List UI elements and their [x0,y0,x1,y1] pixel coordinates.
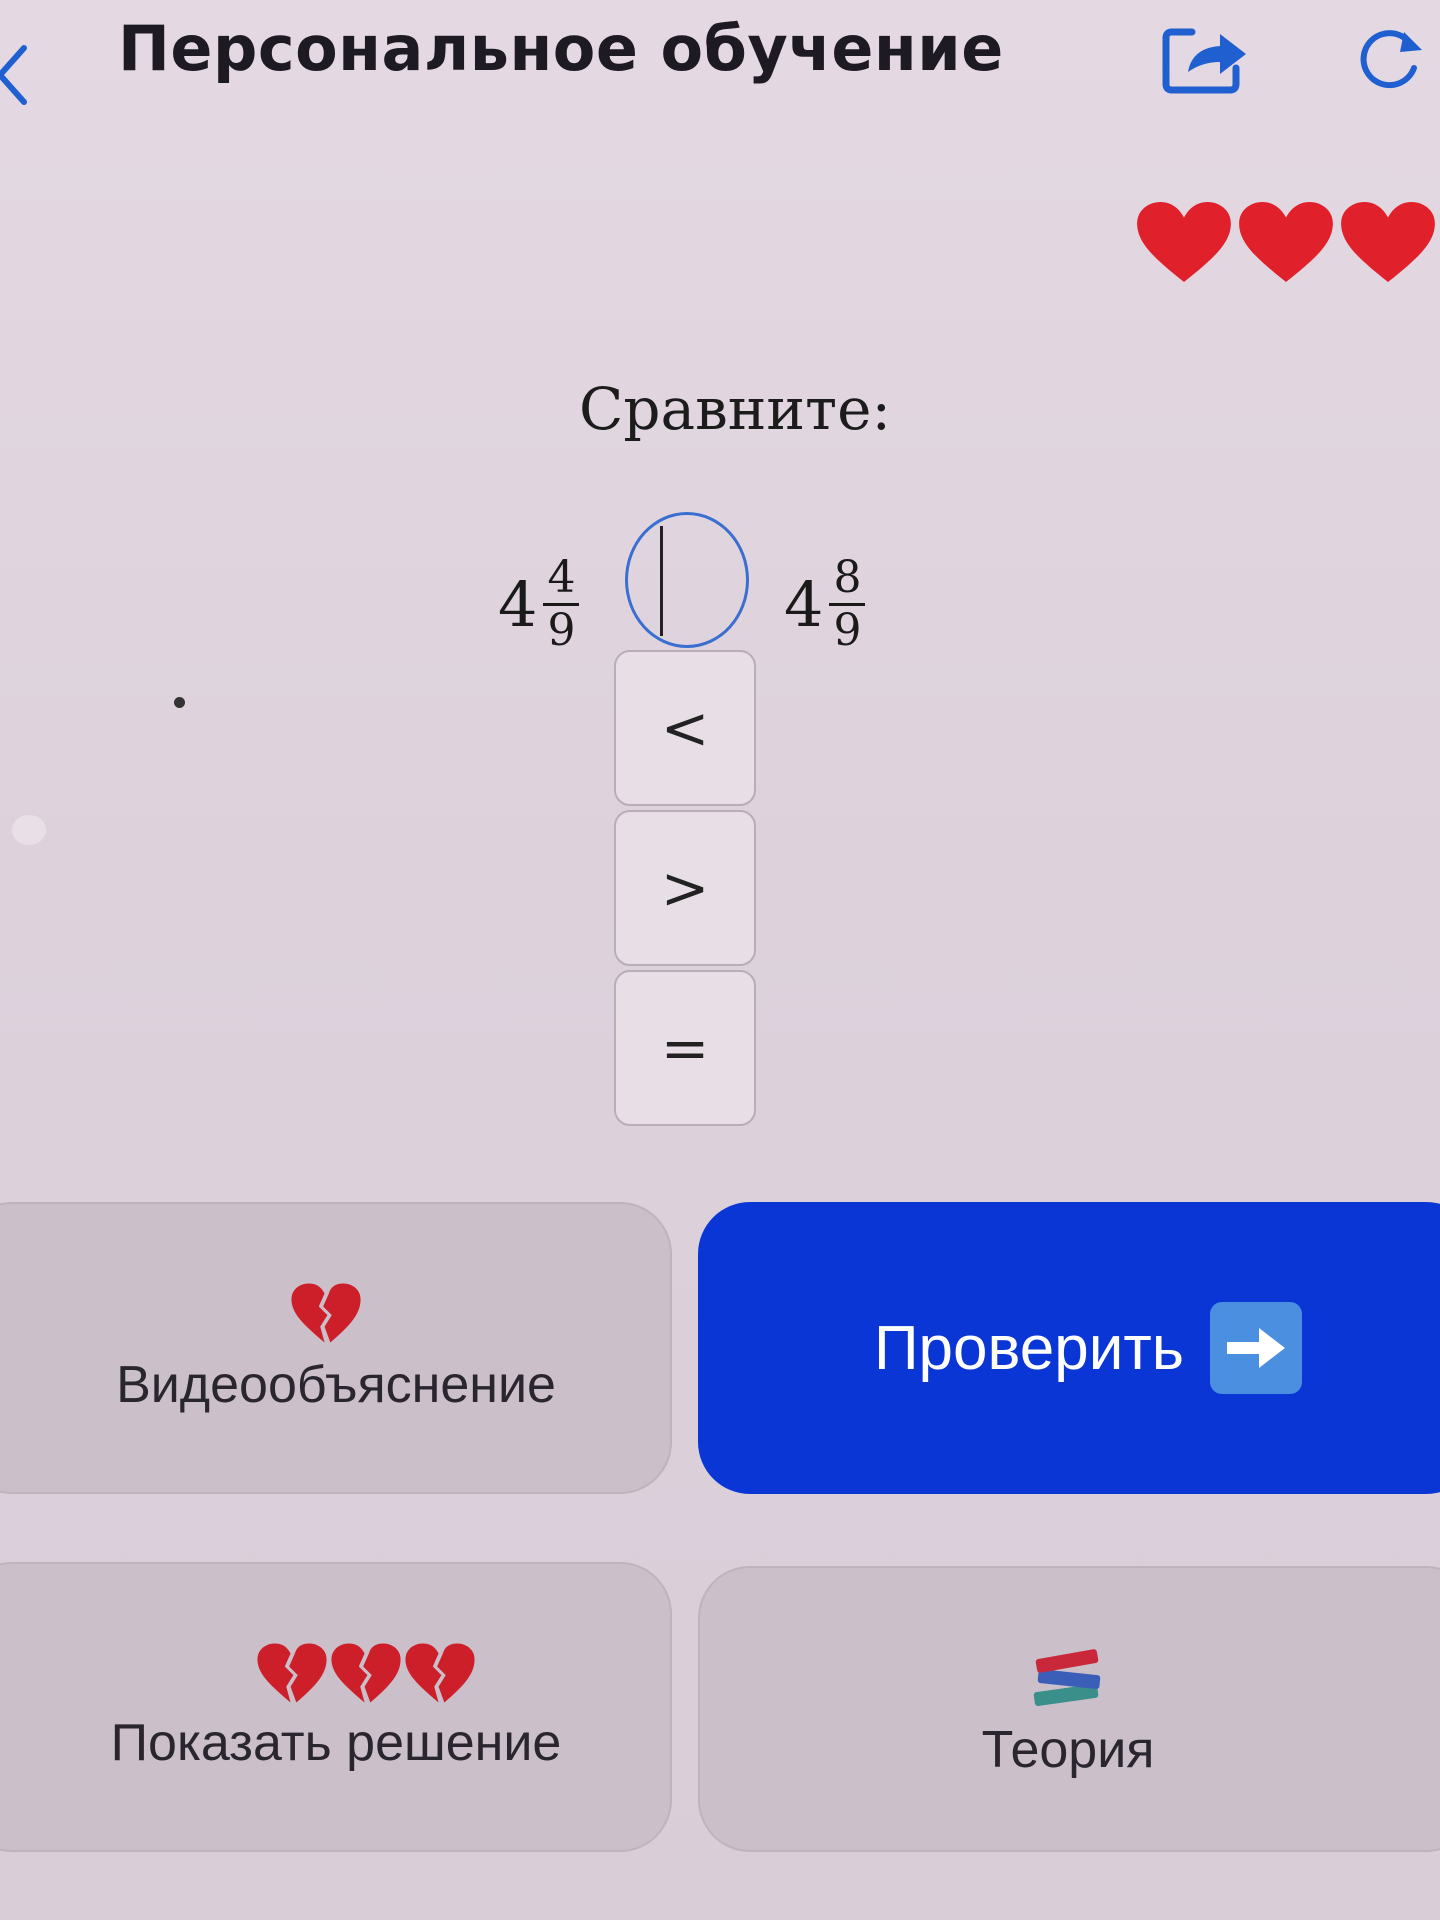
text-cursor [660,526,663,636]
refresh-icon[interactable] [1352,22,1432,94]
screen-speck [174,697,185,708]
cost-indicator [290,1281,362,1349]
show-solution-label: Показать решение [110,1714,562,1772]
broken-heart-icon [257,1643,327,1703]
broken-heart-icon [291,1283,361,1343]
right-whole: 4 [784,568,824,642]
cost-indicator [256,1641,476,1705]
heart-icon [1341,201,1435,283]
screen-smudge [12,815,46,845]
show-solution-button[interactable]: Показать решение [0,1562,672,1852]
back-arrow-icon[interactable] [0,40,34,110]
check-button[interactable]: Проверить [698,1202,1440,1494]
lives-indicator [1135,200,1440,283]
left-mixed-number: 4 4 9 [498,552,580,657]
theory-button[interactable]: Теория [698,1566,1440,1852]
video-explanation-button[interactable]: Видеообъяснение [0,1202,672,1494]
left-fraction: 4 9 [543,552,580,657]
page-title: Персональное обучение [118,12,1004,85]
right-fraction: 8 9 [829,552,866,657]
right-mixed-number: 4 8 9 [784,552,866,657]
right-denominator: 9 [833,605,862,657]
task-prompt: Сравните: [578,375,891,443]
video-explanation-label: Видеообъяснение [116,1356,556,1414]
option-greater-than-button[interactable]: > [614,810,756,966]
answer-slot[interactable] [625,512,749,648]
screen: Персональное обучение Сравните: 4 4 9 4 [0,0,1440,1920]
books-icon [1033,1649,1101,1706]
right-numerator: 8 [833,552,862,603]
broken-heart-icon [331,1643,401,1703]
left-whole: 4 [498,568,538,642]
option-equal-button[interactable]: = [614,970,756,1126]
heart-icon [1239,201,1333,283]
option-less-than-button[interactable]: < [614,650,756,806]
broken-heart-icon [405,1643,475,1703]
left-denominator: 9 [547,605,576,657]
heart-icon [1137,201,1231,283]
left-numerator: 4 [547,552,576,603]
theory-label: Теория [981,1721,1155,1779]
check-label: Проверить [873,1313,1185,1383]
right-arrow-icon [1210,1302,1303,1394]
share-icon[interactable] [1162,20,1252,96]
